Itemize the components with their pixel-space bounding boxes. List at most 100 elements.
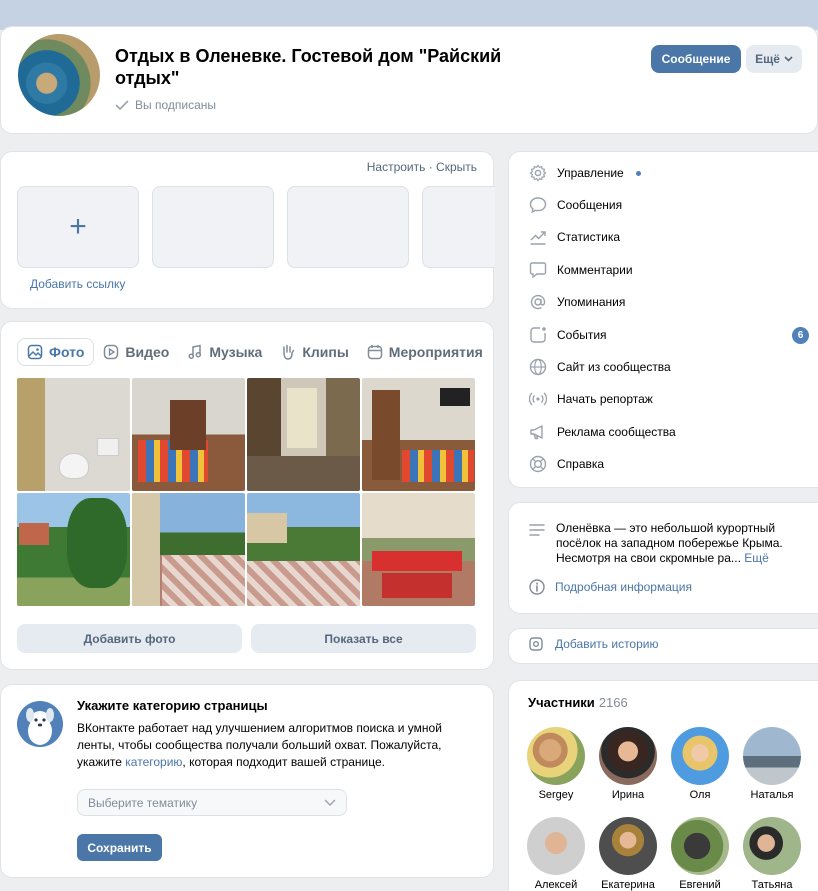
- menu-item-label: Управление: [557, 166, 624, 180]
- member-card[interactable]: Sergey: [521, 727, 591, 801]
- megaphone-icon: [530, 425, 543, 440]
- menu-item-label: Реклама сообщества: [557, 425, 676, 439]
- chevron-down-icon: [784, 56, 793, 62]
- about-more-link[interactable]: Ещё: [744, 551, 769, 565]
- photo-thumbnail[interactable]: [132, 493, 245, 606]
- chevron-down-icon: [324, 799, 336, 806]
- category-prompt: Укажите категорию страницы ВКонтакте раб…: [0, 684, 494, 878]
- avatar: [599, 817, 657, 875]
- management-menu: Управление Сообщения Статистика Коммента…: [508, 151, 818, 488]
- menu-item-label: Справка: [557, 457, 605, 471]
- info-icon: [529, 579, 545, 595]
- menu-item-label: Комментарии: [557, 263, 633, 277]
- links-configure-hide[interactable]: Настроить · Скрыть: [367, 160, 477, 174]
- show-all-button[interactable]: Показать все: [251, 624, 476, 653]
- page-title: Отдых в Оленевке. Гостевой дом "Райский …: [115, 46, 502, 88]
- menu-item-broadcast[interactable]: Начать репортаж: [529, 388, 809, 410]
- menu-item-site[interactable]: Сайт из сообщества: [529, 356, 809, 378]
- menu-item-label: Сайт из сообщества: [557, 360, 671, 374]
- tab-label: Музыка: [209, 344, 263, 360]
- comment-icon: [529, 262, 547, 279]
- menu-item-management[interactable]: Управление: [529, 162, 809, 184]
- more-button[interactable]: Ещё: [746, 45, 802, 73]
- music-icon: [188, 344, 202, 359]
- tab-label: Клипы: [302, 344, 349, 360]
- tab-label: Видео: [125, 344, 170, 360]
- add-link-label[interactable]: Добавить ссылку: [30, 277, 125, 291]
- clips-icon: [283, 344, 295, 360]
- menu-item-comments[interactable]: Комментарии: [529, 259, 809, 281]
- subscription-status[interactable]: Вы подписаны: [115, 98, 216, 112]
- gear-icon: [529, 164, 547, 182]
- event-icon: [530, 327, 546, 343]
- message-button[interactable]: Сообщение: [651, 45, 741, 73]
- member-card[interactable]: Наталья: [737, 727, 807, 801]
- member-name: Екатерина: [601, 879, 655, 891]
- about-block: Оленёвка — это небольшой курортный посёл…: [508, 502, 818, 614]
- members-block: Участники 2166 Sergey Ирина Оля Наталья А…: [508, 680, 818, 891]
- photo-thumbnail[interactable]: [362, 378, 475, 491]
- member-card[interactable]: Евгений: [665, 817, 735, 891]
- menu-item-label: Упоминания: [557, 295, 626, 309]
- member-name: Наталья: [750, 789, 794, 801]
- photo-icon: [27, 344, 43, 360]
- menu-item-mentions[interactable]: Упоминания: [529, 291, 809, 313]
- member-card[interactable]: Екатерина: [593, 817, 663, 891]
- add-photo-button[interactable]: Добавить фото: [17, 624, 242, 653]
- stats-icon: [530, 231, 546, 245]
- menu-item-ads[interactable]: Реклама сообщества: [529, 421, 809, 443]
- tab-clips[interactable]: Клипы: [271, 338, 357, 366]
- member-name: Оля: [689, 789, 711, 801]
- members-count: 2166: [598, 695, 628, 710]
- link-placeholder: [422, 186, 495, 268]
- photo-thumbnail[interactable]: [247, 493, 360, 606]
- tab-events[interactable]: Мероприятия: [358, 338, 492, 366]
- community-header: Отдых в Оленевке. Гостевой дом "Райский …: [0, 26, 818, 134]
- save-button[interactable]: Сохранить: [77, 834, 162, 861]
- photo-thumbnail[interactable]: [17, 493, 130, 606]
- photo-thumbnail[interactable]: [17, 378, 130, 491]
- tab-photo[interactable]: Фото: [17, 338, 95, 366]
- member-name: Ирина: [611, 789, 645, 801]
- add-story-label: Добавить историю: [555, 637, 659, 651]
- media-tabs: Фото Видео Музыка Клипы Мероприятия: [17, 338, 492, 366]
- member-name: Алексей: [534, 879, 578, 891]
- members-title-text: Участники: [528, 695, 595, 710]
- more-button-label: Ещё: [755, 52, 780, 66]
- member-card[interactable]: Татьяна: [737, 817, 807, 891]
- member-card[interactable]: Ирина: [593, 727, 663, 801]
- link-placeholder: [152, 186, 274, 268]
- menu-item-statistics[interactable]: Статистика: [529, 226, 809, 248]
- video-icon: [104, 344, 119, 360]
- member-card[interactable]: Алексей: [521, 817, 591, 891]
- tab-label: Мероприятия: [388, 344, 483, 360]
- member-name: Sergey: [538, 789, 574, 801]
- photo-thumbnail[interactable]: [247, 378, 360, 491]
- menu-item-label: Статистика: [557, 230, 621, 244]
- menu-item-events[interactable]: События 6: [529, 324, 809, 346]
- add-link-tile[interactable]: +: [17, 186, 139, 268]
- community-avatar[interactable]: [15, 31, 103, 119]
- links-block: Настроить · Скрыть + Добавить ссылку: [0, 151, 495, 309]
- add-story-block: Добавить историю: [508, 628, 818, 664]
- add-story-button[interactable]: Добавить историю: [529, 637, 658, 651]
- category-title: Укажите категорию страницы: [77, 698, 268, 713]
- menu-item-label: События: [557, 328, 607, 342]
- member-card[interactable]: Оля: [665, 727, 735, 801]
- menu-item-help[interactable]: Справка: [529, 453, 809, 475]
- details-link[interactable]: Подробная информация: [529, 579, 692, 595]
- photo-thumbnail[interactable]: [132, 378, 245, 491]
- details-label: Подробная информация: [555, 580, 692, 594]
- member-name: Евгений: [679, 879, 721, 891]
- avatar: [743, 727, 801, 785]
- link-placeholder: [287, 186, 409, 268]
- photo-thumbnail[interactable]: [362, 493, 475, 606]
- members-title[interactable]: Участники 2166: [528, 695, 628, 710]
- avatar: [671, 727, 729, 785]
- category-link[interactable]: категорию: [125, 755, 182, 769]
- avatar: [527, 727, 585, 785]
- tab-music[interactable]: Музыка: [178, 338, 271, 366]
- menu-item-messages[interactable]: Сообщения: [529, 194, 809, 216]
- tab-video[interactable]: Видео: [94, 338, 178, 366]
- category-select[interactable]: Выберите тематику: [77, 789, 347, 816]
